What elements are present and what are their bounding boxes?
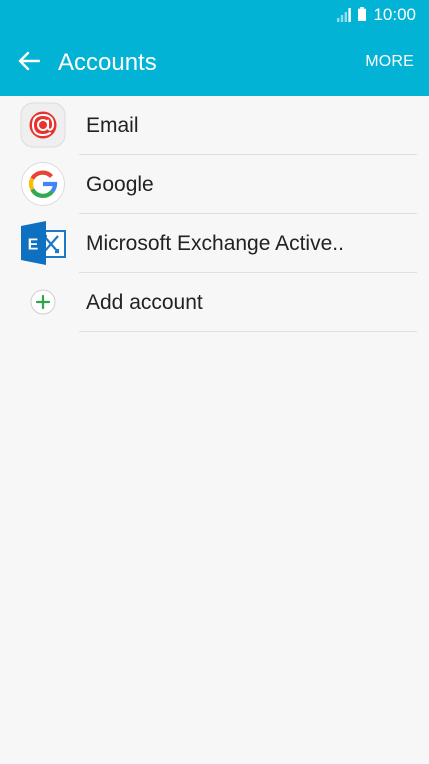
accounts-list: Email Google E Microsoft Exchange Active… [0, 96, 429, 332]
page-title: Accounts [58, 49, 157, 76]
account-label: Email [86, 114, 139, 137]
account-label: Microsoft Exchange Active.. [86, 232, 344, 255]
row-divider [79, 331, 417, 332]
account-item-exchange[interactable]: E Microsoft Exchange Active.. [0, 214, 429, 273]
account-item-google[interactable]: Google [0, 155, 429, 214]
account-label: Add account [86, 291, 203, 314]
email-icon [20, 102, 66, 148]
google-icon [21, 162, 65, 206]
account-item-email[interactable]: Email [0, 96, 429, 155]
add-account-item[interactable]: Add account [0, 273, 429, 332]
svg-text:E: E [28, 237, 39, 254]
exchange-icon: E [21, 221, 66, 265]
back-arrow-icon [18, 51, 40, 71]
more-button[interactable]: MORE [365, 52, 414, 72]
back-button[interactable] [14, 46, 44, 76]
account-label: Google [86, 173, 154, 196]
status-time: 10:00 [373, 5, 416, 24]
signal-icon [337, 8, 351, 22]
battery-icon [358, 7, 366, 21]
app-header: 10:00 Accounts MORE [0, 0, 429, 96]
add-icon [30, 289, 56, 315]
status-bar: 10:00 [0, 0, 429, 30]
